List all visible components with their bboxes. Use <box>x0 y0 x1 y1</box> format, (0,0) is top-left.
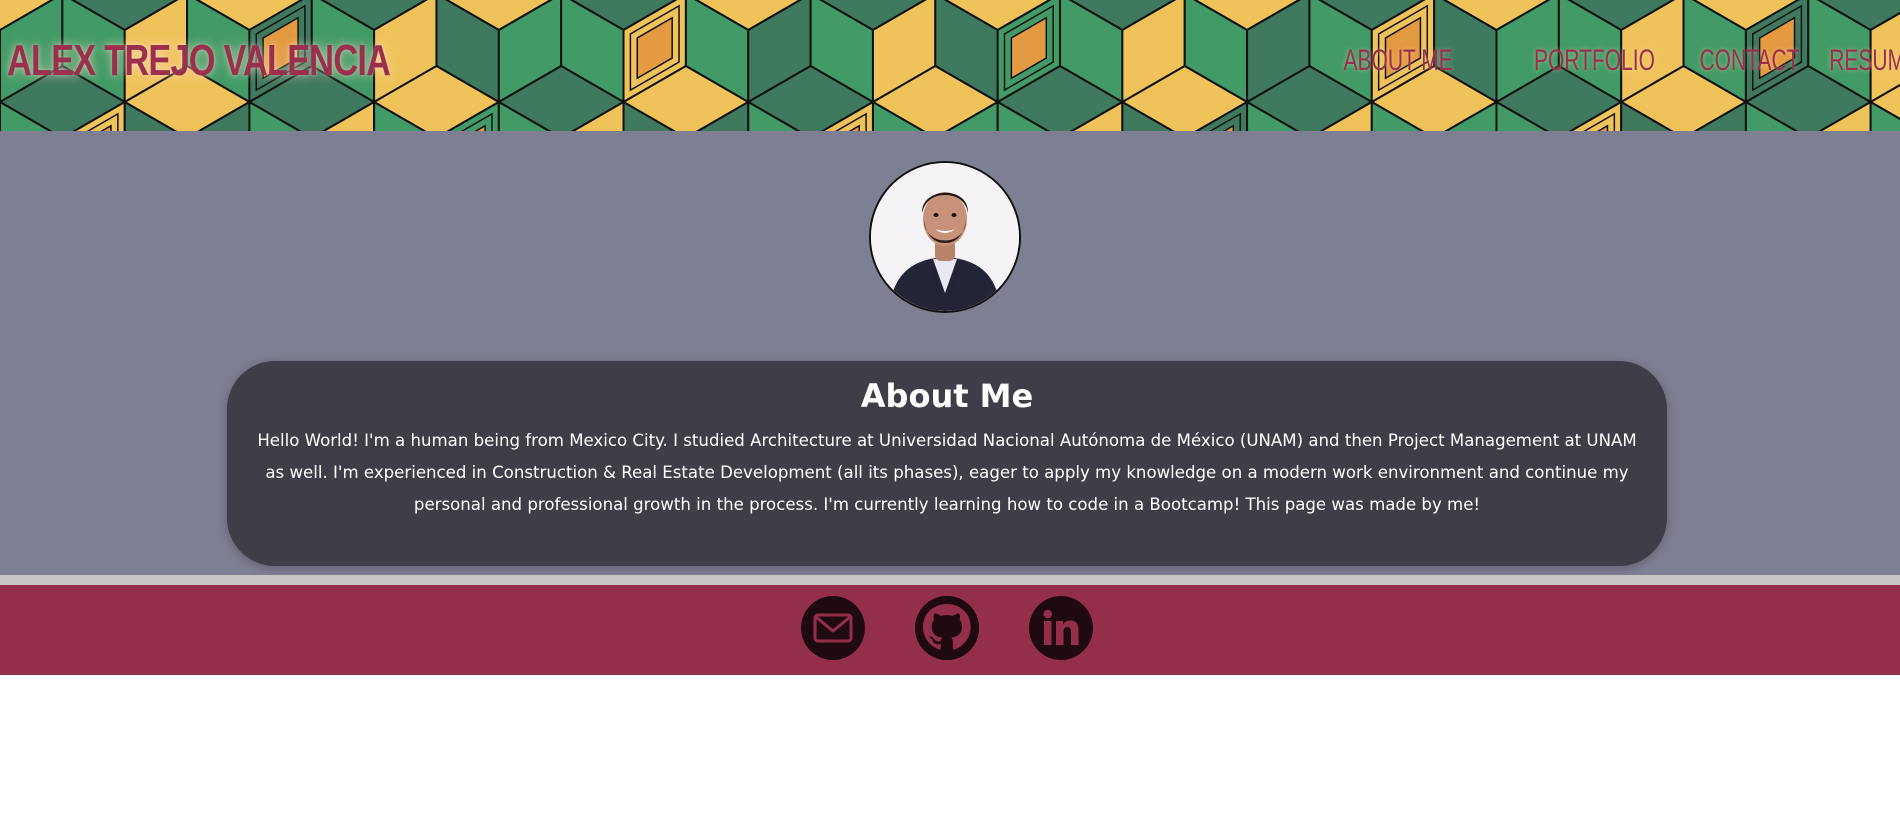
mail-icon <box>813 613 853 643</box>
person-avatar-icon <box>871 163 1019 311</box>
about-me-text: Hello World! I'm a human being from Mexi… <box>257 431 1637 514</box>
nav-link-resume[interactable]: RESUME <box>1829 44 1900 78</box>
linkedin-icon <box>1043 609 1079 645</box>
main-section: About Me Hello World! I'm a human being … <box>0 131 1900 575</box>
site-header: ALEX TREJO VALENCIA ABOUT ME PORTFOLIO C… <box>0 0 1900 131</box>
site-title[interactable]: ALEX TREJO VALENCIA <box>7 36 391 86</box>
nav-link-portfolio[interactable]: PORTFOLIO <box>1534 44 1660 78</box>
linkedin-link[interactable] <box>1029 596 1093 660</box>
github-icon <box>915 596 979 660</box>
footer-divider <box>0 575 1900 585</box>
about-me-card: About Me Hello World! I'm a human being … <box>227 361 1667 566</box>
github-link[interactable] <box>915 596 979 660</box>
site-footer <box>0 585 1900 675</box>
profile-photo <box>869 161 1021 313</box>
about-me-heading: About Me <box>860 377 1034 415</box>
nav-link-about-me[interactable]: ABOUT ME <box>1344 44 1491 78</box>
nav-link-contact[interactable]: CONTACT <box>1700 44 1805 78</box>
email-link[interactable] <box>801 596 865 660</box>
main-nav: ABOUT ME PORTFOLIO CONTACT RESUME <box>1312 44 1900 78</box>
